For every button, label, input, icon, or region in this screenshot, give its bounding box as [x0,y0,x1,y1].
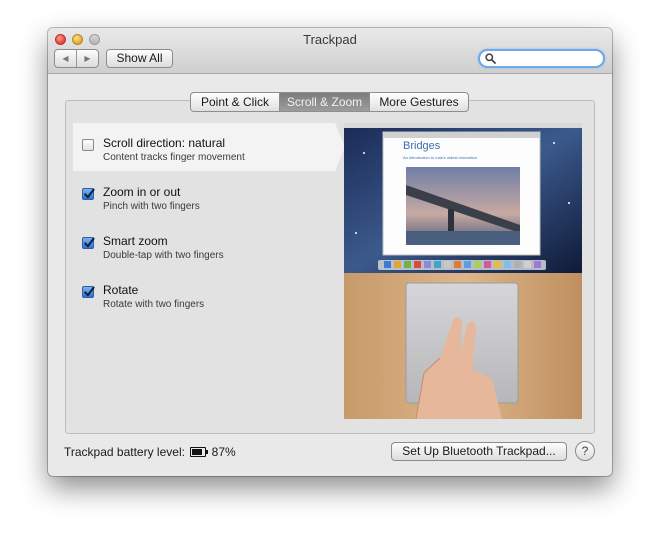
chevron-left-icon: ◀ [62,54,69,63]
smart-zoom-checkbox[interactable] [82,237,95,249]
option-subtitle: Rotate with two fingers [103,299,205,310]
tab-bar: Point & Click Scroll & Zoom More Gesture… [190,92,469,112]
option-title: Zoom in or out [103,185,181,199]
search-field[interactable] [478,49,605,68]
preview-doc-title: Bridges [403,140,441,152]
back-button[interactable]: ◀ [55,50,77,67]
option-title: Smart zoom [103,234,168,248]
battery-level-label: Trackpad battery level: [64,445,185,459]
battery-level-value: 87% [211,445,236,459]
gesture-preview-video: Bridges An introduction to man's oldest … [344,123,582,419]
checkmark-icon [84,237,95,248]
zoom-in-out-checkbox[interactable] [82,188,95,200]
trackpad-preferences-window: Trackpad ◀ ▶ Show All Point & Click Scro… [48,28,612,476]
tab-more-gestures[interactable]: More Gestures [370,93,468,111]
search-input[interactable] [500,51,598,66]
option-subtitle: Double-tap with two fingers [103,250,224,261]
checkmark-icon [84,188,95,199]
scroll-direction-checkbox[interactable] [82,139,94,151]
setup-bluetooth-trackpad-button[interactable]: Set Up Bluetooth Trackpad... [391,442,567,461]
preview-doc-subtitle: An introduction to man's oldest innovati… [403,155,477,160]
option-subtitle: Pinch with two fingers [103,201,200,212]
title-bar: Trackpad ◀ ▶ Show All [48,28,612,74]
window-title: Trackpad [303,32,357,47]
tab-scroll-and-zoom[interactable]: Scroll & Zoom [280,93,370,111]
forward-button[interactable]: ▶ [77,50,98,67]
gesture-preview-illustration: Bridges An introduction to man's oldest … [344,123,582,419]
history-navigation: ◀ ▶ [54,49,99,68]
option-title: Rotate [103,283,139,297]
chevron-right-icon: ▶ [84,54,91,63]
option-title: Scroll direction: natural [103,136,226,150]
help-button[interactable]: ? [575,441,595,461]
rotate-checkbox[interactable] [82,286,95,298]
show-all-button[interactable]: Show All [106,49,173,68]
battery-icon [190,446,209,457]
checkmark-icon [84,286,95,297]
magnifier-icon [485,53,496,64]
option-subtitle: Content tracks finger movement [103,152,245,163]
tab-point-and-click[interactable]: Point & Click [191,93,280,111]
battery-level: Trackpad battery level: 87% [64,445,236,459]
